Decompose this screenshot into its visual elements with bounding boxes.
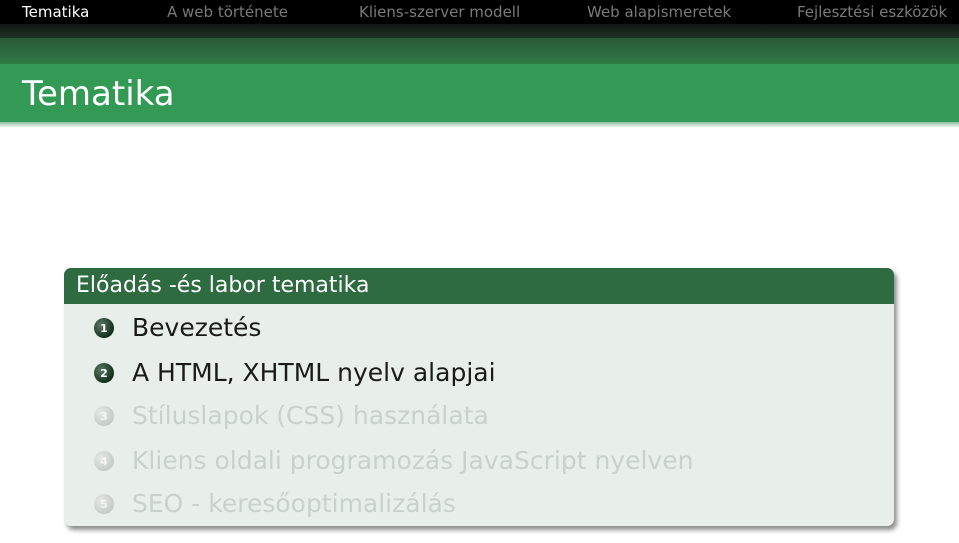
list-item: 2 A HTML, XHTML nyelv alapjai (64, 355, 894, 391)
number-bullet: 3 (94, 406, 114, 426)
number-bullet: 5 (94, 494, 114, 514)
list-item-label: A HTML, XHTML nyelv alapjai (132, 358, 496, 387)
title-bar-fade (0, 122, 959, 128)
block-title: Előadás -és labor tematika (64, 268, 894, 304)
list-item-label: Bevezetés (132, 313, 262, 342)
nav-item-web-tortenete[interactable]: A web története (167, 3, 288, 21)
content-block: Előadás -és labor tematika 1 Bevezetés 2… (64, 268, 894, 526)
frame-title: Tematika (22, 74, 175, 114)
number-bullet: 4 (94, 451, 114, 471)
list-item: 3 Stíluslapok (CSS) használata (64, 398, 894, 434)
list-item-label: SEO - keresőoptimalizálás (132, 489, 456, 518)
nav-item-kliens-szerver[interactable]: Kliens-szerver modell (359, 3, 520, 21)
nav-item-web-alapismeretek[interactable]: Web alapismeretek (587, 3, 731, 21)
list-item: 1 Bevezetés (64, 310, 894, 346)
top-navigation-bar: Tematika A web története Kliens-szerver … (0, 0, 959, 24)
list-item: 4 Kliens oldali programozás JavaScript n… (64, 443, 894, 479)
list-item: 5 SEO - keresőoptimalizálás (64, 486, 894, 522)
list-item-label: Kliens oldali programozás JavaScript nye… (132, 446, 694, 475)
number-bullet: 2 (94, 363, 114, 383)
nav-item-fejlesztesi-eszkozok[interactable]: Fejlesztési eszközök (797, 3, 947, 21)
list-item-label: Stíluslapok (CSS) használata (132, 401, 489, 430)
number-bullet: 1 (94, 318, 114, 338)
title-strip (0, 38, 959, 64)
header-shade (0, 24, 959, 38)
nav-item-tematika[interactable]: Tematika (22, 3, 89, 21)
